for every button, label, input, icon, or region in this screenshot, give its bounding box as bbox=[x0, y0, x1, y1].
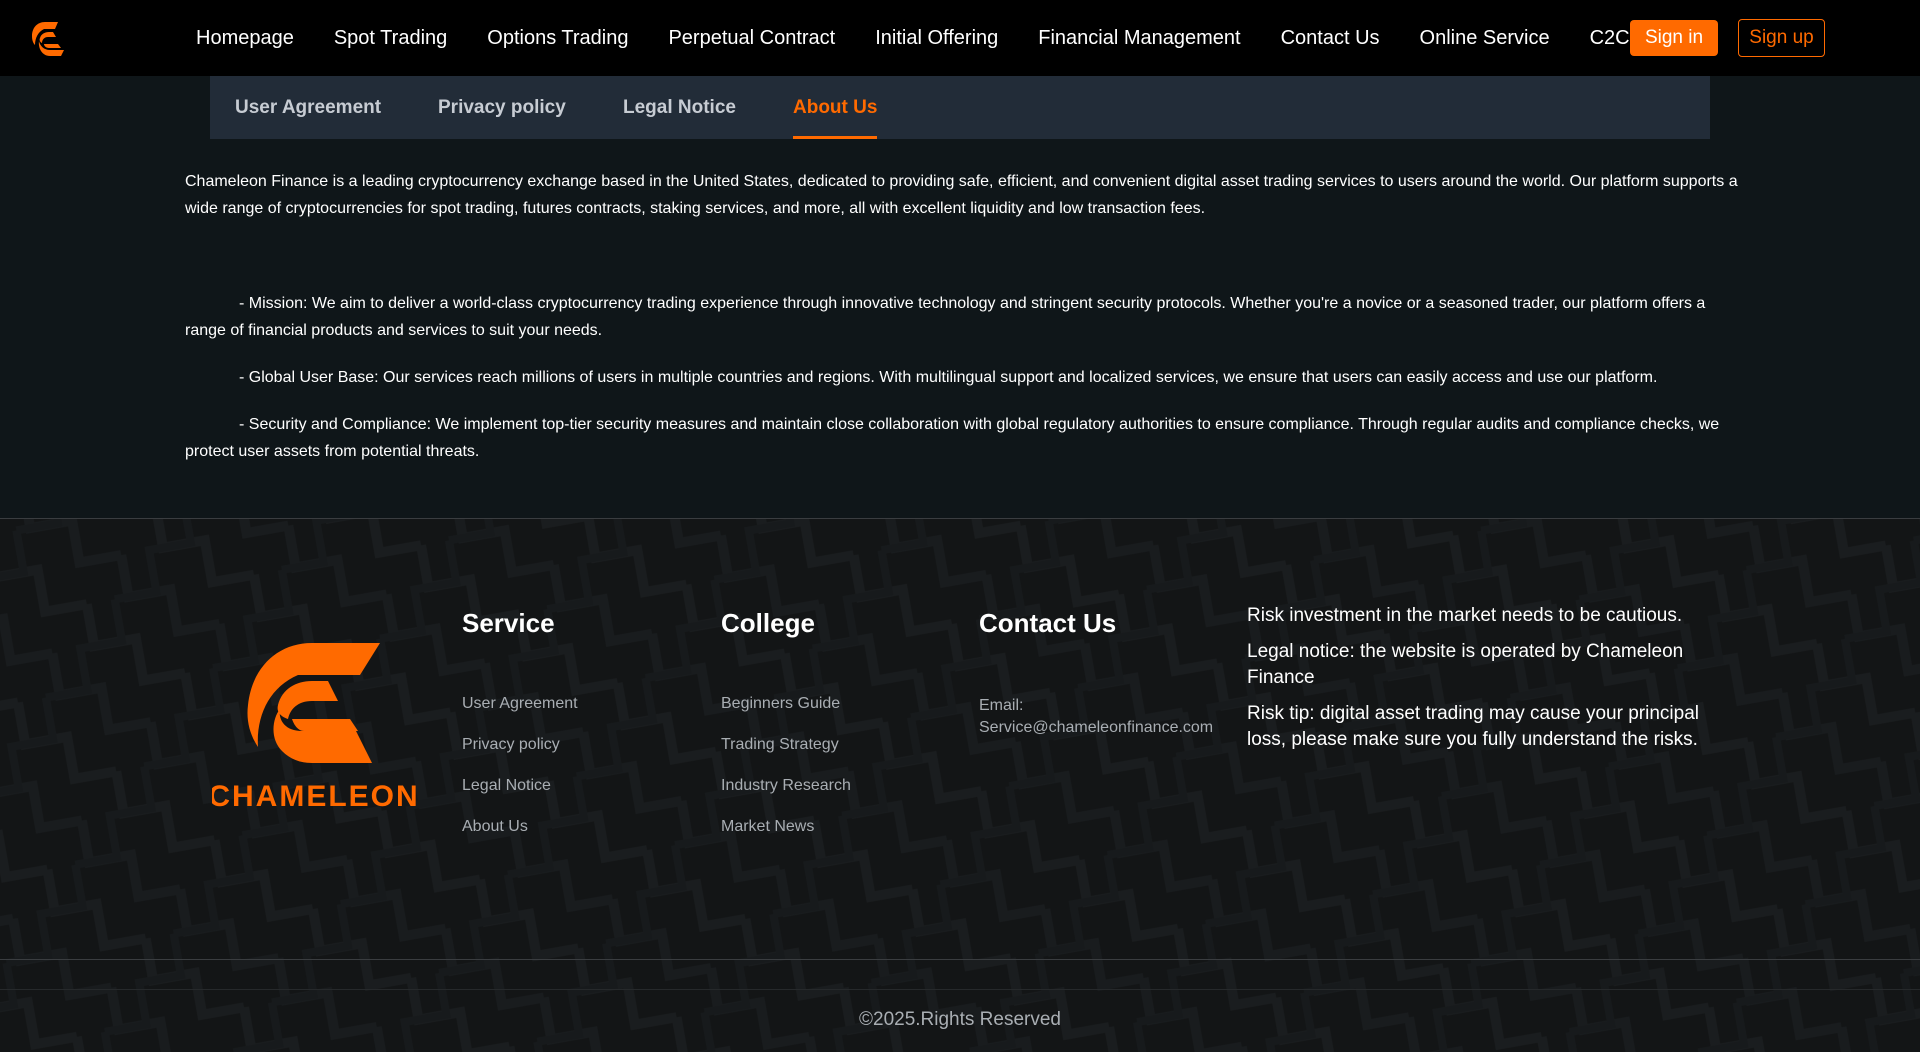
security-compliance-paragraph: - Security and Compliance: We implement … bbox=[185, 416, 1720, 460]
risk-tip-text: Risk tip: digital asset trading may caus… bbox=[1247, 703, 1699, 750]
footer-email-label: Email: bbox=[979, 697, 1024, 714]
legal-notice-text: Legal notice: the website is operated by… bbox=[1247, 641, 1684, 688]
footer-divider bbox=[0, 959, 1920, 960]
nav-contact-us[interactable]: Contact Us bbox=[1281, 27, 1380, 50]
top-navbar: Homepage Spot Trading Options Trading Pe… bbox=[0, 0, 1920, 76]
footer-service-column: Service User Agreement Privacy policy Le… bbox=[462, 605, 578, 859]
tab-legal-notice[interactable]: Legal Notice bbox=[623, 76, 736, 139]
intro-paragraph: Chameleon Finance is a leading cryptocur… bbox=[185, 173, 1738, 217]
risk-investment-notice: Risk investment in the market needs to b… bbox=[1247, 605, 1683, 626]
global-user-base-paragraph: - Global User Base: Our services reach m… bbox=[239, 369, 1658, 386]
sign-up-button[interactable]: Sign up bbox=[1738, 19, 1825, 57]
nav-financial-management[interactable]: Financial Management bbox=[1038, 27, 1240, 50]
footer-risk-notices: Risk investment in the market needs to b… bbox=[1247, 603, 1707, 763]
footer-link-beginners-guide[interactable]: Beginners Guide bbox=[721, 695, 851, 736]
footer-college-title: College bbox=[721, 608, 815, 638]
nav-c2c[interactable]: C2C bbox=[1590, 27, 1630, 50]
footer-contact-title: Contact Us bbox=[979, 608, 1117, 638]
footer-divider-secondary bbox=[0, 989, 1920, 990]
footer-link-about-us[interactable]: About Us bbox=[462, 818, 578, 859]
nav-spot-trading[interactable]: Spot Trading bbox=[334, 27, 447, 50]
about-us-content: Chameleon Finance is a leading cryptocur… bbox=[185, 168, 1745, 485]
nav-online-service[interactable]: Online Service bbox=[1420, 27, 1550, 50]
footer-chameleon-logo: CHAMELEON bbox=[212, 643, 417, 813]
footer-link-industry-research[interactable]: Industry Research bbox=[721, 777, 851, 818]
footer-copyright: ©2025.Rights Reserved bbox=[859, 1009, 1061, 1030]
nav-homepage[interactable]: Homepage bbox=[196, 27, 294, 50]
footer-service-title: Service bbox=[462, 608, 555, 638]
legal-tabs: User Agreement Privacy policy Legal Noti… bbox=[210, 76, 1710, 139]
footer-link-trading-strategy[interactable]: Trading Strategy bbox=[721, 736, 851, 777]
nav-options-trading[interactable]: Options Trading bbox=[487, 27, 628, 50]
main-nav: Homepage Spot Trading Options Trading Pe… bbox=[196, 0, 1630, 76]
tab-user-agreement[interactable]: User Agreement bbox=[235, 76, 381, 139]
tab-about-us[interactable]: About Us bbox=[793, 76, 878, 139]
footer-link-market-news[interactable]: Market News bbox=[721, 818, 851, 859]
mission-paragraph: - Mission: We aim to deliver a world-cla… bbox=[185, 295, 1706, 339]
footer-logo-text: CHAMELEON bbox=[212, 780, 417, 813]
tab-privacy-policy[interactable]: Privacy policy bbox=[438, 76, 566, 139]
sign-in-button[interactable]: Sign in bbox=[1630, 20, 1718, 56]
footer-email-address[interactable]: Service@chameleonfinance.com bbox=[979, 717, 1213, 739]
footer: CHAMELEON Service User Agreement Privacy… bbox=[0, 518, 1920, 1052]
footer-link-privacy-policy[interactable]: Privacy policy bbox=[462, 736, 578, 777]
nav-perpetual-contract[interactable]: Perpetual Contract bbox=[668, 27, 835, 50]
footer-link-legal-notice[interactable]: Legal Notice bbox=[462, 777, 578, 818]
nav-initial-offering[interactable]: Initial Offering bbox=[875, 27, 998, 50]
footer-college-column: College Beginners Guide Trading Strategy… bbox=[721, 605, 851, 859]
chameleon-logo-icon[interactable] bbox=[28, 16, 68, 60]
footer-contact-column: Contact Us Email: Service@chameleonfinan… bbox=[979, 605, 1213, 739]
footer-link-user-agreement[interactable]: User Agreement bbox=[462, 695, 578, 736]
